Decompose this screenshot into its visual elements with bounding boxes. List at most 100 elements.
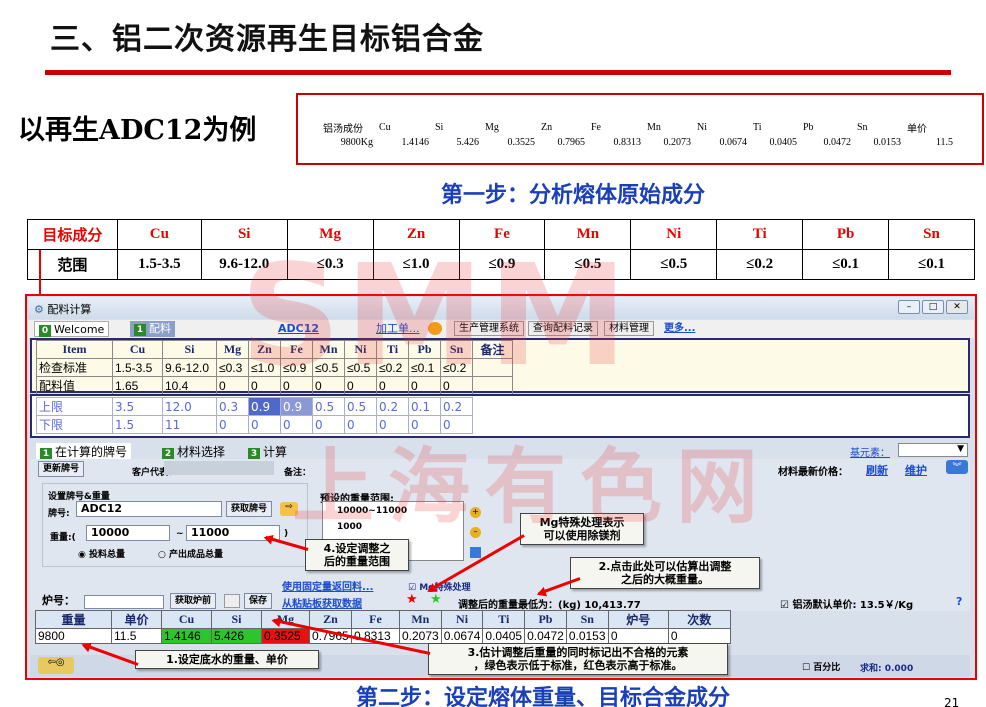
maintain-link[interactable]: 维护 — [905, 462, 927, 478]
upper-limit-cell[interactable]: 0.2 — [376, 397, 409, 416]
alloy-name-link[interactable]: ADC12 — [274, 321, 323, 337]
get-furnace-button[interactable]: 获取炉前 — [170, 593, 217, 609]
subtab-current-grade[interactable]: 1 在计算的牌号 — [36, 443, 132, 460]
material-manage-button[interactable]: 材料管理 — [604, 321, 654, 336]
upper-limit-cell[interactable]: 0.3 — [216, 397, 249, 416]
upper-limit-cell[interactable]: 0.2 — [440, 397, 473, 416]
standard-cell[interactable]: ≤0.5 — [312, 358, 345, 377]
tab-welcome[interactable]: 0 Welcome — [34, 321, 110, 337]
preset-option[interactable]: 10000~11000 — [337, 506, 407, 516]
lower-limit-cell[interactable]: 0 — [408, 415, 441, 434]
standard-cell[interactable]: ≤0.5 — [344, 358, 377, 377]
standard-cell[interactable]: 1.5-3.5 — [112, 358, 163, 377]
refresh-link[interactable]: 刷新 — [866, 462, 888, 478]
add-order-link[interactable]: 加工单... — [372, 321, 424, 337]
lower-limit-cell[interactable]: 0 — [312, 415, 345, 434]
standard-cell[interactable] — [472, 358, 513, 377]
lower-limit-cell[interactable]: 11 — [162, 415, 217, 434]
alloy-cell[interactable]: 0.0472 — [524, 628, 567, 644]
upper-limit-cell[interactable]: 0.9 — [280, 397, 313, 416]
standard-cell[interactable]: ≤0.3 — [216, 358, 249, 377]
batch-value-cell[interactable] — [472, 376, 513, 395]
base-element-select[interactable]: ▼ — [898, 443, 968, 457]
standard-cell[interactable]: ≤0.1 — [408, 358, 441, 377]
lower-limit-cell[interactable]: 0 — [248, 415, 281, 434]
add-preset-icon[interactable]: + — [470, 507, 481, 518]
preset-option[interactable]: 1000 — [337, 522, 362, 532]
grade-input[interactable]: ADC12 — [76, 501, 222, 517]
lower-limit-cell[interactable]: 0 — [376, 415, 409, 434]
paste-link[interactable]: 从粘贴板获取数据 — [282, 595, 362, 610]
lower-limit-cell[interactable]: 0 — [216, 415, 249, 434]
minimize-button[interactable]: – — [898, 300, 920, 314]
alloy-cell[interactable]: 0.0153 — [565, 628, 609, 644]
save-preset-icon[interactable] — [470, 547, 481, 558]
table-cell: 单价 — [111, 610, 162, 629]
batch-value-cell[interactable]: 0 — [312, 376, 345, 395]
batch-value-cell[interactable]: 10.4 — [162, 376, 217, 395]
alloy-cell[interactable]: 0.3525 — [261, 628, 310, 644]
standard-cell[interactable]: ≤1.0 — [248, 358, 281, 377]
alloy-cell[interactable]: 9800 — [35, 628, 112, 644]
upper-limit-cell[interactable]: 0.9 — [248, 397, 281, 416]
close-button[interactable]: ✕ — [946, 300, 968, 314]
upper-limit-cell[interactable]: 12.0 — [162, 397, 217, 416]
batch-value-cell[interactable]: 0 — [376, 376, 409, 395]
production-system-button[interactable]: 生产管理系统 — [454, 321, 524, 336]
remove-preset-icon[interactable]: – — [470, 527, 481, 538]
standard-cell[interactable]: 9.6-12.0 — [162, 358, 217, 377]
use-fixed-link[interactable]: 使用固定量返回料... — [282, 578, 373, 593]
lower-limit-cell[interactable]: 0 — [280, 415, 313, 434]
alloy-cell[interactable]: 1.4146 — [161, 628, 212, 644]
default-price-checkbox[interactable]: ☑ 铝汤默认单价: 13.5￥/Kg — [780, 596, 913, 611]
help-icon[interactable]: ? — [956, 595, 962, 608]
new-grade-button[interactable]: 更新牌号 — [38, 461, 85, 477]
upper-limit-cell[interactable]: 上限 — [36, 397, 113, 416]
query-batching-button[interactable]: 查询配料记录 — [528, 321, 598, 336]
batch-value-cell[interactable]: 0 — [280, 376, 313, 395]
standard-cell[interactable]: ≤0.2 — [376, 358, 409, 377]
maximize-button[interactable]: □ — [922, 300, 944, 314]
customer-input[interactable] — [164, 461, 274, 475]
batch-value-cell[interactable]: 0 — [440, 376, 473, 395]
upper-limit-cell[interactable]: 3.5 — [112, 397, 163, 416]
subtab-material-select[interactable]: 2 材料选择 — [158, 443, 229, 460]
radio-output-total[interactable]: ○ 产出成品总量 — [158, 547, 223, 560]
subtab-calculate[interactable]: 3 计算 — [244, 443, 291, 460]
back-icon[interactable]: ⇦◎ — [38, 657, 74, 674]
standard-cell[interactable]: ≤0.9 — [280, 358, 313, 377]
lower-limit-cell[interactable]: 1.5 — [112, 415, 163, 434]
batch-value-cell[interactable]: 0 — [408, 376, 441, 395]
alloy-cell[interactable]: 11.5 — [111, 628, 162, 644]
save-button[interactable]: 保存 — [244, 593, 273, 609]
percent-checkbox[interactable]: ☐ 百分比 — [802, 660, 840, 673]
batch-value-cell[interactable]: 0 — [344, 376, 377, 395]
upper-limit-cell[interactable]: 0.5 — [344, 397, 377, 416]
lower-limit-cell[interactable]: 0 — [344, 415, 377, 434]
upper-limit-cell[interactable]: 0.1 — [408, 397, 441, 416]
alloy-cell[interactable]: 0.0674 — [440, 628, 484, 644]
lower-limit-cell[interactable]: 下限 — [36, 415, 113, 434]
batch-value-cell[interactable]: 1.65 — [112, 376, 163, 395]
alloy-cell[interactable]: 0.0405 — [482, 628, 526, 644]
alloy-cell[interactable]: 0 — [607, 628, 669, 644]
alloy-cell[interactable]: 5.426 — [211, 628, 262, 644]
standard-cell[interactable]: ≤0.2 — [440, 358, 473, 377]
tab-batching[interactable]: 1 配料 — [130, 321, 175, 337]
weight-from-input[interactable]: 10000 — [86, 525, 170, 541]
arrow-right-icon[interactable]: ⇨ — [280, 502, 298, 516]
standard-cell[interactable]: 检查标准 — [36, 358, 113, 377]
batch-value-cell[interactable]: 配料值 — [36, 376, 113, 395]
collapse-icon[interactable]: ︾ — [946, 460, 968, 474]
alloy-cell[interactable]: 0.2073 — [399, 628, 442, 644]
alloy-cell[interactable]: 0 — [667, 628, 731, 644]
batch-value-cell[interactable]: 0 — [248, 376, 281, 395]
lower-limit-cell[interactable]: 0 — [440, 415, 473, 434]
radio-input-total[interactable]: ◉ 投料总量 — [78, 547, 125, 560]
upper-limit-cell[interactable]: 0.5 — [312, 397, 345, 416]
more-link[interactable]: 更多... — [660, 321, 699, 337]
batch-value-cell[interactable]: 0 — [216, 376, 249, 395]
small-dropdown[interactable] — [224, 594, 240, 608]
furnace-input[interactable] — [84, 595, 164, 609]
get-grade-button[interactable]: 获取牌号 — [226, 501, 273, 517]
